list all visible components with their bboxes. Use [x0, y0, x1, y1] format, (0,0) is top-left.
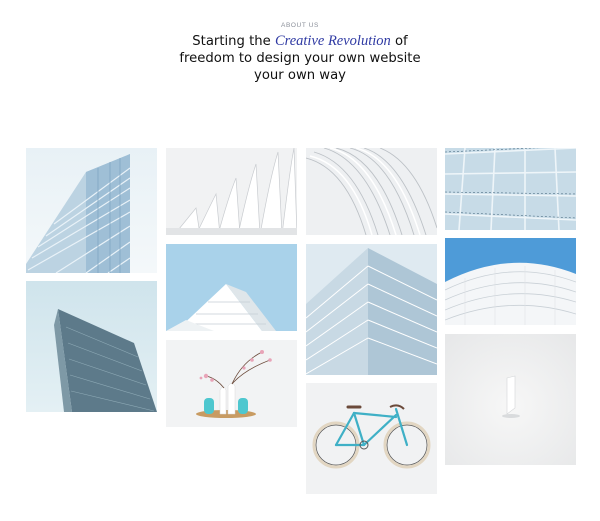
turquoise-bicycle-icon — [306, 383, 437, 494]
gallery-image-dome-stadium[interactable] — [445, 238, 576, 325]
section-headline: Starting the Creative Revolution of free… — [0, 33, 600, 84]
glass-building-facade-icon — [26, 148, 157, 273]
vases-with-blossom-icon — [166, 340, 297, 427]
gallery-image-minimal-object[interactable] — [445, 334, 576, 465]
gallery-image-glass-facade[interactable] — [26, 148, 157, 273]
section-eyebrow: ABOUT US — [281, 22, 319, 29]
white-dome-stadium-icon — [445, 238, 576, 325]
white-minimal-object-icon — [445, 334, 576, 465]
gallery-image-layered-building[interactable] — [166, 244, 297, 331]
headline-prefix: Starting the — [192, 34, 271, 49]
gallery-image-vases[interactable] — [166, 340, 297, 427]
gallery-image-twin-towers[interactable] — [306, 244, 437, 375]
headline-suffix: of — [394, 34, 408, 49]
glass-panel-grid-icon — [445, 148, 576, 230]
headline-line3: your own way — [254, 68, 346, 83]
dark-glass-tower-icon — [26, 281, 157, 412]
white-ribbed-arch-structure-icon — [306, 148, 437, 235]
white-layered-building-icon — [166, 244, 297, 331]
twin-glass-towers-icon — [306, 244, 437, 375]
gallery-image-ribbed-arch[interactable] — [306, 148, 437, 235]
headline-accent: Creative Revolution — [274, 33, 391, 49]
white-fin-roof-structure-icon — [166, 148, 297, 235]
gallery-image-dark-tower[interactable] — [26, 281, 157, 412]
gallery-image-white-fins[interactable] — [166, 148, 297, 235]
gallery-image-glass-grid[interactable] — [445, 148, 576, 230]
gallery-image-bicycle[interactable] — [306, 383, 437, 494]
headline-line2: freedom to design your own website — [179, 51, 421, 66]
